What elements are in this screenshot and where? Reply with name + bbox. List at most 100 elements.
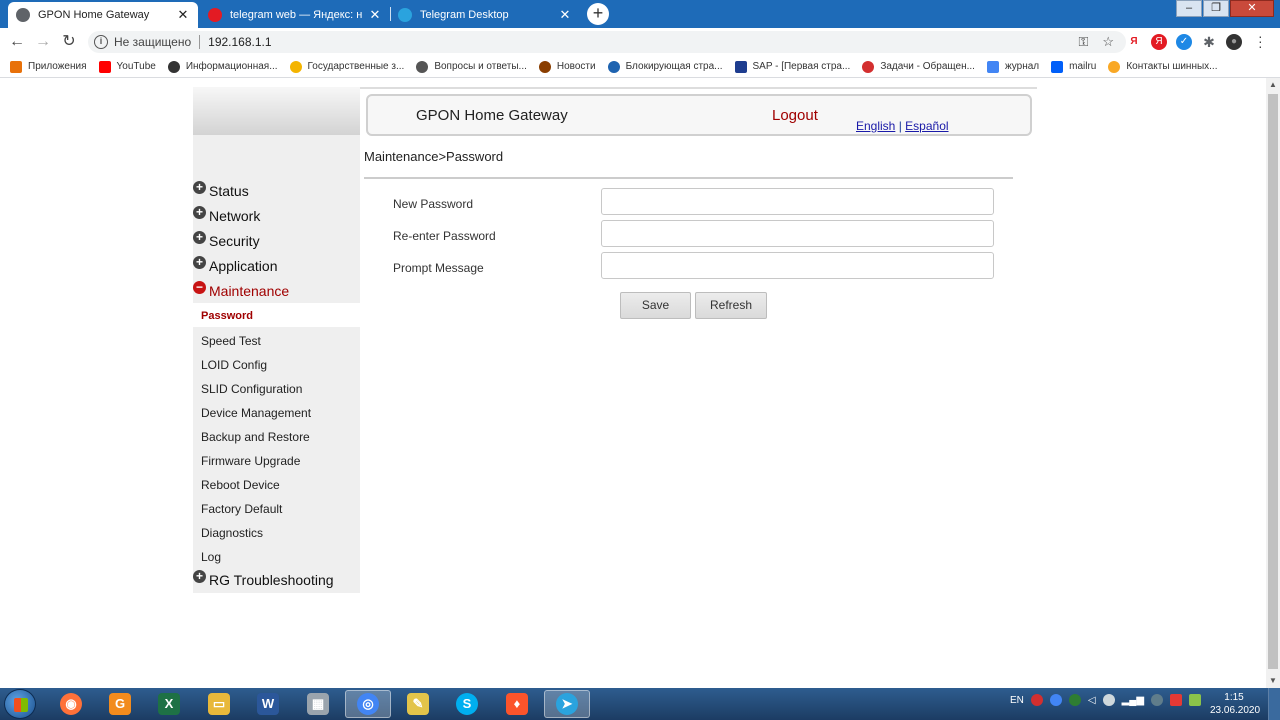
sap-icon	[734, 60, 747, 73]
back-button[interactable]: ←	[6, 32, 28, 52]
bookmark-news[interactable]: Новости	[538, 60, 596, 73]
star-icon[interactable]: ☆	[1102, 34, 1114, 50]
taskbar-chrome[interactable]: ◎	[345, 690, 391, 718]
close-icon[interactable]: ✕	[176, 7, 190, 23]
submenu-reboot-device[interactable]: Reboot Device	[201, 478, 280, 492]
notes-icon: ✎	[407, 693, 429, 715]
new-tab-button[interactable]: +	[587, 3, 609, 25]
tab-yandex[interactable]: telegram web — Яндекс: нашлось ✕	[200, 2, 390, 28]
taskbar-pdf[interactable]: G	[97, 690, 143, 718]
bookmark-gov[interactable]: Государственные з...	[289, 60, 404, 73]
update-icon[interactable]	[1151, 694, 1164, 706]
show-desktop-button[interactable]	[1268, 688, 1280, 720]
scroll-thumb[interactable]	[1268, 94, 1278, 669]
submenu-firmware-upgrade[interactable]: Firmware Upgrade	[201, 454, 300, 468]
menu-application[interactable]: + Application	[193, 256, 278, 276]
info-icon[interactable]: i	[94, 35, 108, 49]
tab-gpon[interactable]: GPON Home Gateway ✕	[8, 2, 198, 28]
bookmark-apps[interactable]: Приложения	[10, 60, 87, 73]
close-icon[interactable]: ✕	[368, 7, 382, 23]
bookmark-sap[interactable]: SAP - [Первая стра...	[734, 60, 850, 73]
clock-date: 23.06.2020	[1210, 705, 1261, 716]
network-icon[interactable]	[1102, 694, 1115, 706]
page-scrollbar[interactable]: ▲ ▼	[1266, 78, 1280, 688]
router-page: GPON Home Gateway Logout English | Españ…	[0, 78, 1266, 688]
prompt-message-field[interactable]	[601, 252, 994, 279]
reenter-password-field[interactable]	[601, 220, 994, 247]
submenu-loid-config[interactable]: LOID Config	[201, 358, 267, 372]
english-link[interactable]: English	[856, 119, 895, 133]
antivirus-icon[interactable]	[1030, 694, 1043, 706]
puzzle-icon[interactable]: ✱	[1201, 34, 1217, 50]
prompt-message-label: Prompt Message	[393, 261, 484, 275]
submenu-diagnostics[interactable]: Diagnostics	[201, 526, 263, 540]
bookmark-block[interactable]: Блокирующая стра...	[607, 60, 723, 73]
sync-icon[interactable]	[1068, 694, 1081, 706]
system-clock[interactable]: 1:15 23.06.2020	[1210, 691, 1261, 717]
yandex-extension-icon[interactable]: Я	[1126, 34, 1142, 50]
address-bar[interactable]: i Не защищено 192.168.1.1 ⚿ ☆	[88, 31, 1126, 53]
start-button[interactable]	[4, 689, 36, 719]
submenu-slid-configuration[interactable]: SLID Configuration	[201, 382, 302, 396]
content-divider	[364, 177, 1013, 179]
taskbar-notes[interactable]: ✎	[395, 690, 441, 718]
bookmark-tasks[interactable]: Задачи - Обращен...	[862, 60, 975, 73]
spanish-link[interactable]: Español	[905, 119, 948, 133]
chrome-tray-icon[interactable]	[1049, 694, 1062, 706]
yandex-browser-icon[interactable]: Я	[1151, 34, 1167, 50]
signal-icon[interactable]: ▂▄▆	[1122, 695, 1144, 706]
bookmark-qa[interactable]: Вопросы и ответы...	[416, 60, 527, 73]
submenu-log[interactable]: Log	[201, 550, 221, 564]
submenu-password[interactable]: Password	[201, 310, 253, 322]
bookmark-info[interactable]: Информационная...	[167, 60, 278, 73]
menu-icon[interactable]: · · ·	[1258, 29, 1268, 53]
close-icon[interactable]: ✕	[558, 7, 572, 23]
omnibox-actions: ⚿ ☆	[1078, 34, 1114, 50]
bookmark-mailru[interactable]: mailru	[1051, 60, 1096, 73]
submenu-factory-default[interactable]: Factory Default	[201, 502, 282, 516]
taskbar-calculator[interactable]: ▦	[295, 690, 341, 718]
volume-icon[interactable]: ◁	[1088, 695, 1096, 706]
taskbar-word[interactable]: W	[245, 690, 291, 718]
menu-rg-troubleshooting[interactable]: + RG Troubleshooting	[193, 570, 334, 590]
taskbar-skype[interactable]: S	[444, 690, 490, 718]
url-text[interactable]: 192.168.1.1	[208, 35, 271, 49]
menu-maintenance[interactable]: − Maintenance	[193, 281, 289, 301]
bookmark-journal[interactable]: журнал	[986, 60, 1039, 73]
menu-network[interactable]: + Network	[193, 206, 260, 226]
refresh-button[interactable]: Refresh	[695, 292, 767, 319]
bookmark-youtube[interactable]: YouTube	[98, 60, 156, 73]
taskbar-brave[interactable]: ♦	[494, 690, 540, 718]
submenu-backup-restore[interactable]: Backup and Restore	[201, 430, 310, 444]
close-window-button[interactable]: ✕	[1230, 0, 1274, 17]
maximize-button[interactable]: ❐	[1203, 0, 1229, 17]
key-icon[interactable]: ⚿	[1078, 34, 1088, 50]
logout-link[interactable]: Logout	[772, 107, 818, 124]
minimize-button[interactable]: –	[1176, 0, 1202, 17]
submenu-device-management[interactable]: Device Management	[201, 406, 311, 420]
scroll-up-icon[interactable]: ▲	[1266, 78, 1280, 92]
taskbar-firefox[interactable]: ◉	[48, 690, 94, 718]
language-indicator[interactable]: EN	[1010, 695, 1024, 706]
security-indicator[interactable]: Не защищено	[114, 35, 191, 49]
address-divider	[199, 35, 201, 49]
menu-status[interactable]: + Status	[193, 181, 249, 201]
save-button[interactable]: Save	[620, 292, 691, 319]
tab-telegram[interactable]: Telegram Desktop ✕	[390, 2, 580, 28]
taskbar-excel[interactable]: X	[146, 690, 192, 718]
menu-label: Application	[209, 258, 278, 274]
forward-button[interactable]: →	[32, 32, 54, 52]
bookmark-contacts[interactable]: Контакты шинных...	[1108, 60, 1218, 73]
taskbar-telegram[interactable]: ➤	[544, 690, 590, 718]
submenu-speed-test[interactable]: Speed Test	[201, 334, 261, 348]
shield-icon[interactable]: ✓	[1176, 34, 1192, 50]
reload-button[interactable]: ↻	[58, 32, 80, 52]
battery-icon[interactable]	[1189, 694, 1202, 706]
menu-security[interactable]: + Security	[193, 231, 260, 251]
menu-label: Status	[209, 183, 249, 199]
new-password-field[interactable]	[601, 188, 994, 215]
avatar[interactable]: ●	[1226, 34, 1242, 50]
taskbar-explorer[interactable]: ▭	[196, 690, 242, 718]
scroll-down-icon[interactable]: ▼	[1266, 674, 1280, 688]
flag-icon[interactable]	[1170, 694, 1183, 706]
